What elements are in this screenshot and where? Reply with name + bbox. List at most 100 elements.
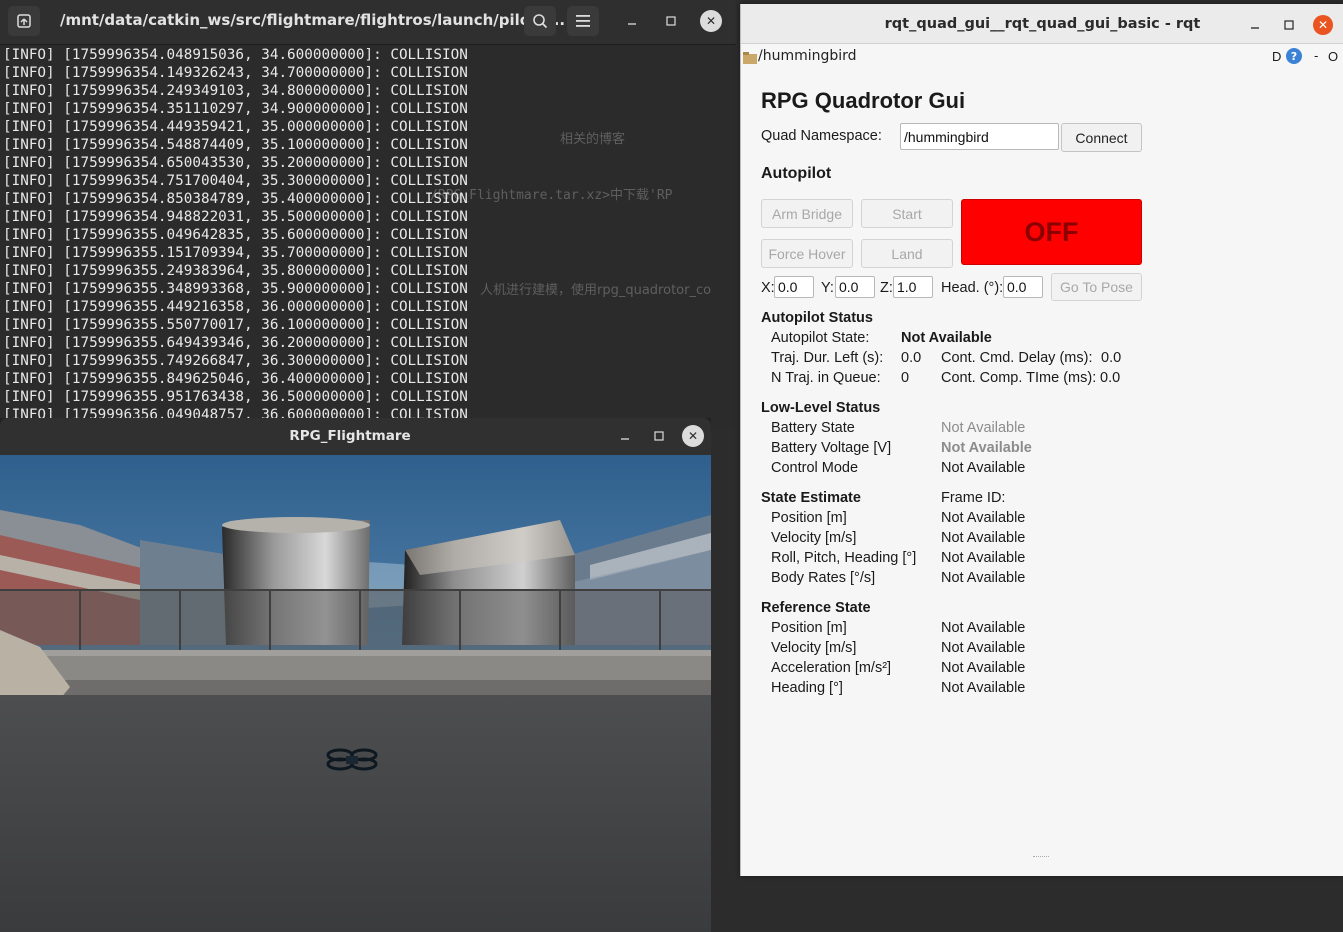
y-label: Y: [821,280,834,296]
autopilot-heading: Autopilot [761,165,832,182]
simulator-window: RPG_Flightmare ✕ [0,418,711,932]
autopilot-status-heading: Autopilot Status [761,310,873,326]
maximize-icon[interactable] [648,425,670,447]
maximize-icon[interactable] [1279,15,1299,35]
control-mode-value: Not Available [941,460,1026,476]
force-hover-button[interactable]: Force Hover [761,239,853,268]
log-line: [INFO] [1759996355.449216358, 36.0000000… [3,299,468,315]
log-line: [INFO] [1759996355.249383964, 35.8000000… [3,263,468,279]
help-icon[interactable]: ? [1286,48,1302,64]
battery-state-label: Battery State [771,420,855,436]
minimize-plugin-button[interactable]: - [1314,48,1318,63]
y-input[interactable]: 0.0 [835,276,875,298]
se-position-value: Not Available [941,510,1026,526]
log-line: [INFO] [1759996355.649439346, 36.2000000… [3,335,468,351]
se-body-rates-label: Body Rates [°/s] [771,570,876,586]
log-line: [INFO] [1759996354.948822031, 35.5000000… [3,209,468,225]
se-body-rates-value: Not Available [941,570,1026,586]
start-button[interactable]: Start [861,199,953,228]
minimize-icon[interactable] [621,10,643,32]
log-line: [INFO] [1759996355.151709394, 35.7000000… [3,245,468,261]
minimize-icon[interactable] [1245,15,1265,35]
rqt-header-bar: rqt_quad_gui__rqt_quad_gui_basic - rqt ✕ [741,4,1343,44]
close-plugin-button[interactable]: O [1328,49,1338,64]
hamburger-menu-icon[interactable] [567,6,599,36]
low-level-status-heading: Low-Level Status [761,400,881,416]
x-input[interactable]: 0.0 [774,276,814,298]
log-line: [INFO] [1759996355.550770017, 36.1000000… [3,317,468,333]
connect-button[interactable]: Connect [1061,123,1142,152]
autopilot-state-label: Autopilot State: [771,330,870,346]
land-button[interactable]: Land [861,239,953,268]
terminal-output[interactable]: 相关的博客 /RPG_Flightmare.tar.xz>中下载'RP 人机进行… [0,46,736,430]
cmd-delay-value: 0.0 [1101,350,1122,366]
terminal-title: /mnt/data/catkin_ws/src/flightmare/fligh… [60,11,566,29]
ref-position-value: Not Available [941,620,1026,636]
autopilot-state-value: Not Available [901,330,992,346]
log-line: [INFO] [1759996355.849625046, 36.4000000… [3,371,468,387]
close-icon[interactable]: ✕ [1313,15,1333,35]
search-icon[interactable] [524,6,556,36]
comp-time-label: Cont. Comp. TIme (ms): [941,370,1097,386]
off-button[interactable]: OFF [961,199,1142,265]
log-line: [INFO] [1759996355.951763438, 36.5000000… [3,389,468,405]
battery-voltage-value: Not Available [941,440,1032,456]
log-line: [INFO] [1759996354.249349103, 34.8000000… [3,83,468,99]
frame-id-label: Frame ID: [941,490,1006,506]
close-icon[interactable]: ✕ [682,425,704,447]
ref-position-label: Position [m] [771,620,847,636]
plugin-folder-icon [743,49,757,64]
gui-title: RPG Quadrotor Gui [761,88,966,113]
log-line: [INFO] [1759996355.749266847, 36.3000000… [3,353,468,369]
resize-grip[interactable] [1033,856,1049,859]
ref-velocity-value: Not Available [941,640,1026,656]
log-line: [INFO] [1759996354.850384789, 35.4000000… [3,191,468,207]
arm-bridge-button[interactable]: Arm Bridge [761,199,853,228]
ref-acceleration-value: Not Available [941,660,1026,676]
se-velocity-label: Velocity [m/s] [771,530,857,546]
state-estimate-heading: State Estimate [761,490,861,506]
log-line: [INFO] [1759996355.049642835, 35.6000000… [3,227,468,243]
battery-state-value: Not Available [941,420,1026,436]
ref-velocity-label: Velocity [m/s] [771,640,857,656]
terminal-window: /mnt/data/catkin_ws/src/flightmare/fligh… [0,0,736,430]
traj-dur-label: Traj. Dur. Left (s): [771,350,884,366]
ref-heading-label: Heading [°] [771,680,843,696]
plugin-title-bar: /hummingbird D ? - O [741,44,1343,70]
namespace-input[interactable]: /hummingbird [900,123,1059,150]
simulator-title: RPG_Flightmare [289,428,411,444]
heading-input[interactable]: 0.0 [1003,276,1043,298]
ref-acceleration-label: Acceleration [m/s²] [771,660,892,676]
new-tab-icon[interactable] [8,6,40,36]
simulator-header-bar: RPG_Flightmare ✕ [0,418,711,455]
se-rph-value: Not Available [941,550,1026,566]
go-to-pose-button[interactable]: Go To Pose [1051,273,1142,301]
log-line: [INFO] [1759996354.149326243, 34.7000000… [3,65,468,81]
comp-time-value: 0.0 [1100,370,1121,386]
dock-button[interactable]: D [1272,49,1281,64]
n-traj-label: N Traj. in Queue: [771,370,881,386]
log-line: [INFO] [1759996354.048915036, 34.6000000… [3,47,468,63]
z-label: Z: [880,280,893,296]
se-velocity-value: Not Available [941,530,1026,546]
log-line: [INFO] [1759996354.751700404, 35.3000000… [3,173,468,189]
log-line: [INFO] [1759996354.351110297, 34.9000000… [3,101,468,117]
x-label: X: [761,280,775,296]
se-position-label: Position [m] [771,510,847,526]
reference-state-heading: Reference State [761,600,871,616]
close-icon[interactable]: ✕ [700,10,722,32]
battery-voltage-label: Battery Voltage [V] [771,440,892,456]
control-mode-label: Control Mode [771,460,859,476]
log-line: [INFO] [1759996354.650043530, 35.2000000… [3,155,468,171]
n-traj-value: 0 [901,370,910,386]
z-input[interactable]: 1.0 [893,276,933,298]
se-rph-label: Roll, Pitch, Heading [°] [771,550,917,566]
log-line: [INFO] [1759996355.348993368, 35.9000000… [3,281,468,297]
minimize-icon[interactable] [614,425,636,447]
simulation-viewport[interactable] [0,455,711,932]
log-line: [INFO] [1759996354.449359421, 35.0000000… [3,119,468,135]
rqt-window: rqt_quad_gui__rqt_quad_gui_basic - rqt ✕… [740,4,1343,876]
ref-heading-value: Not Available [941,680,1026,696]
maximize-icon[interactable] [660,10,682,32]
ghost-text: 相关的博客 [560,132,626,147]
